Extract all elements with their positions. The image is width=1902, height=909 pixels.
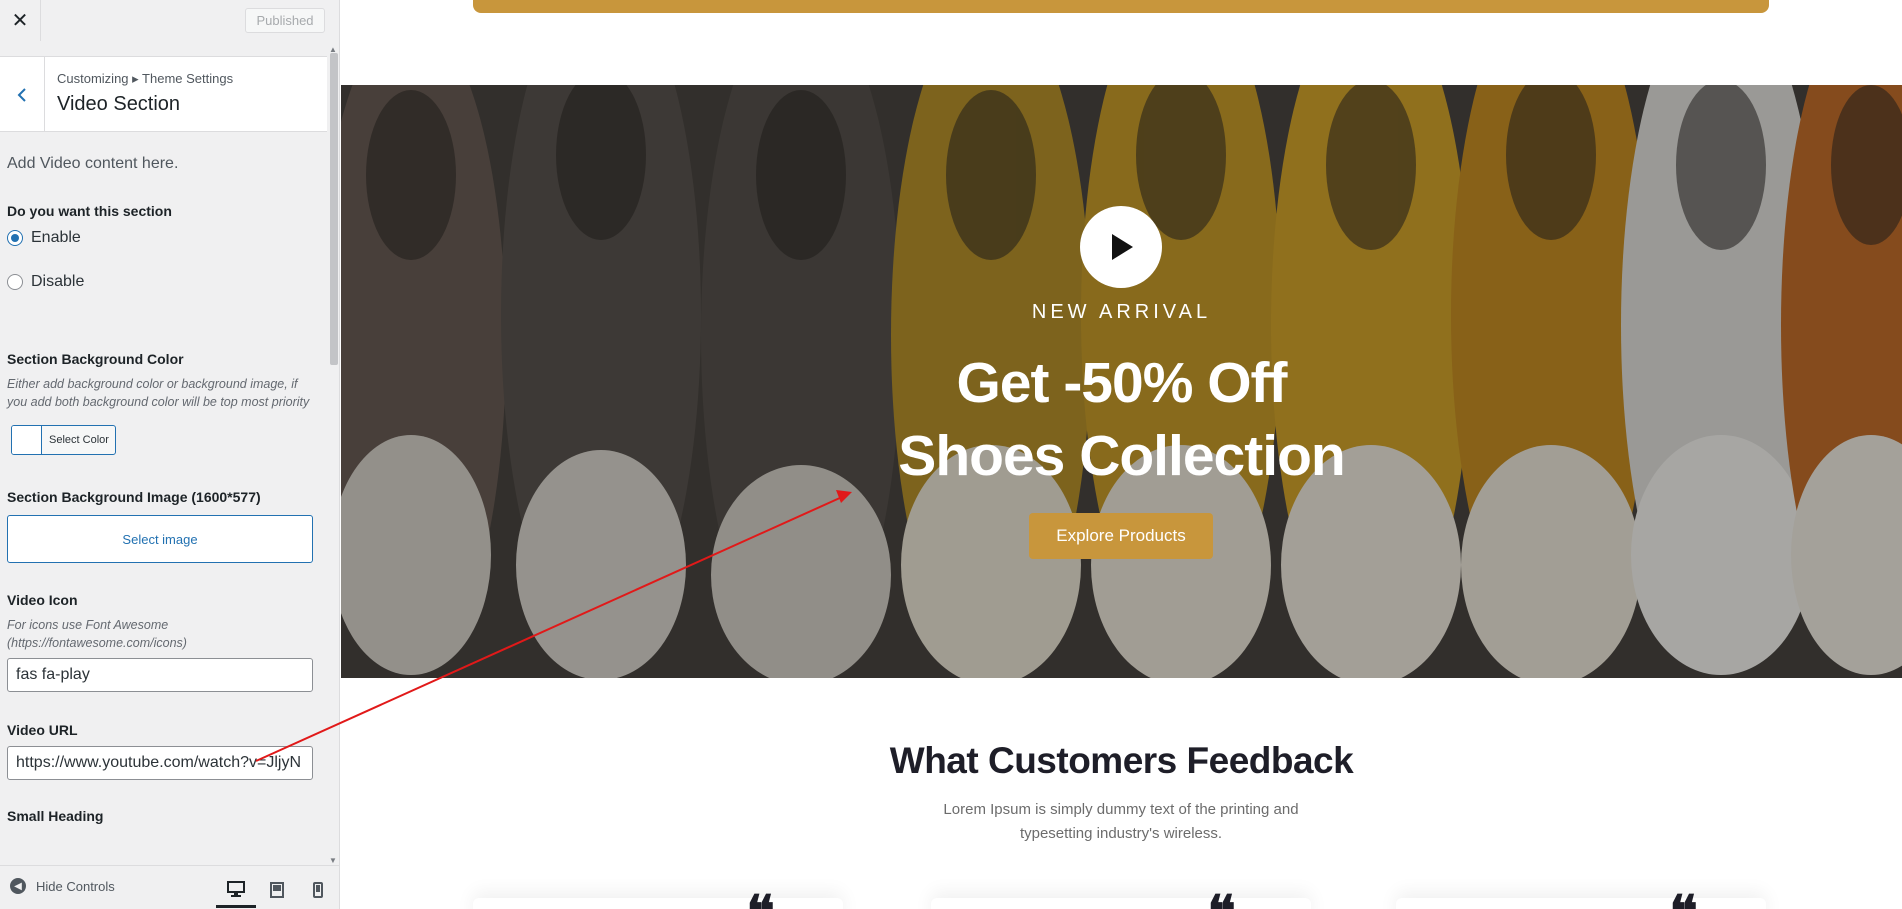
device-desktop-button[interactable] <box>216 872 256 908</box>
section-header: Customizing ▸ Theme Settings Video Secti… <box>0 57 327 132</box>
testimonial-card <box>1396 898 1766 909</box>
disable-option[interactable]: Disable <box>7 273 313 291</box>
bg-image-label: Section Background Image (1600*577) <box>7 489 261 505</box>
scroll-thumb[interactable] <box>330 53 338 365</box>
customizer-sidebar: ✕ Published Customizing ▸ Theme Settings… <box>0 0 340 909</box>
device-tablet-button[interactable] <box>257 872 297 908</box>
back-button[interactable] <box>0 57 45 132</box>
controls-panel: Add Video content here. Do you want this… <box>0 133 327 865</box>
desktop-icon <box>227 880 245 897</box>
quote-icon: ❝ <box>1207 888 1236 909</box>
quote-icon: ❝ <box>1669 888 1698 909</box>
customizer-footer: ◀ Hide Controls <box>0 865 339 909</box>
enable-radio[interactable] <box>7 230 23 246</box>
mobile-icon <box>313 882 323 898</box>
video-url-label: Video URL <box>7 722 78 738</box>
select-color-button[interactable]: Select Color <box>11 425 116 455</box>
explore-products-button[interactable]: Explore Products <box>1029 513 1213 559</box>
hero-heading-line1: Get -50% Off <box>956 351 1287 415</box>
section-description: Add Video content here. <box>7 155 179 172</box>
collapse-arrow-icon: ◀ <box>10 878 26 894</box>
section-title: Video Section <box>57 93 181 115</box>
disable-option-label: Disable <box>31 273 85 290</box>
hero-small-heading: NEW ARRIVAL <box>1031 301 1212 323</box>
close-button[interactable]: ✕ <box>0 0 41 41</box>
bg-color-label: Section Background Color <box>7 351 184 367</box>
hide-controls-button[interactable]: ◀ Hide Controls <box>10 878 115 894</box>
testimonial-card <box>931 898 1311 909</box>
small-heading-label: Small Heading <box>7 808 104 824</box>
feedback-title: What Customers Feedback <box>889 740 1354 781</box>
scroll-down-icon[interactable]: ▼ <box>329 856 337 865</box>
quote-icon: ❝ <box>746 888 775 909</box>
testimonial-card <box>473 898 843 909</box>
play-video-button[interactable] <box>1080 206 1162 288</box>
video-section: NEW ARRIVAL Get -50% Off Shoes Collectio… <box>341 85 1902 678</box>
tablet-icon <box>270 882 284 898</box>
customizer-topbar: ✕ Published <box>0 0 339 57</box>
video-icon-label: Video Icon <box>7 592 78 608</box>
select-color-label: Select Color <box>49 434 109 446</box>
play-icon <box>1112 234 1133 260</box>
disable-radio[interactable] <box>7 274 23 290</box>
promo-banner-bottom <box>473 0 1769 13</box>
select-image-button[interactable]: Select image <box>7 515 313 563</box>
chevron-left-icon <box>17 87 26 102</box>
color-swatch <box>12 426 42 454</box>
enable-option-label: Enable <box>31 229 81 246</box>
enable-section-label: Do you want this section <box>7 203 172 219</box>
device-mobile-button[interactable] <box>298 872 338 908</box>
published-button[interactable]: Published <box>245 8 325 33</box>
breadcrumb: Customizing ▸ Theme Settings <box>57 71 234 86</box>
video-icon-input[interactable]: fas fa-play <box>7 658 313 692</box>
video-icon-hint: For icons use Font Awesome (https://font… <box>7 618 187 650</box>
hero-heading-line2: Shoes Collection <box>898 424 1345 488</box>
video-url-input[interactable]: https://www.youtube.com/watch?v=JljyN <box>7 746 313 780</box>
hero-heading: Get -50% Off Shoes Collection <box>341 347 1902 493</box>
enable-option[interactable]: Enable <box>7 229 313 247</box>
feedback-text: Lorem Ipsum is simply dummy text of the … <box>943 801 1299 842</box>
panel-scrollbar[interactable]: ▲ ▼ <box>327 45 339 865</box>
hide-controls-label: Hide Controls <box>36 878 115 894</box>
site-preview: NEW ARRIVAL Get -50% Off Shoes Collectio… <box>341 0 1902 909</box>
bg-color-hint: Either add background color or backgroun… <box>7 377 310 409</box>
